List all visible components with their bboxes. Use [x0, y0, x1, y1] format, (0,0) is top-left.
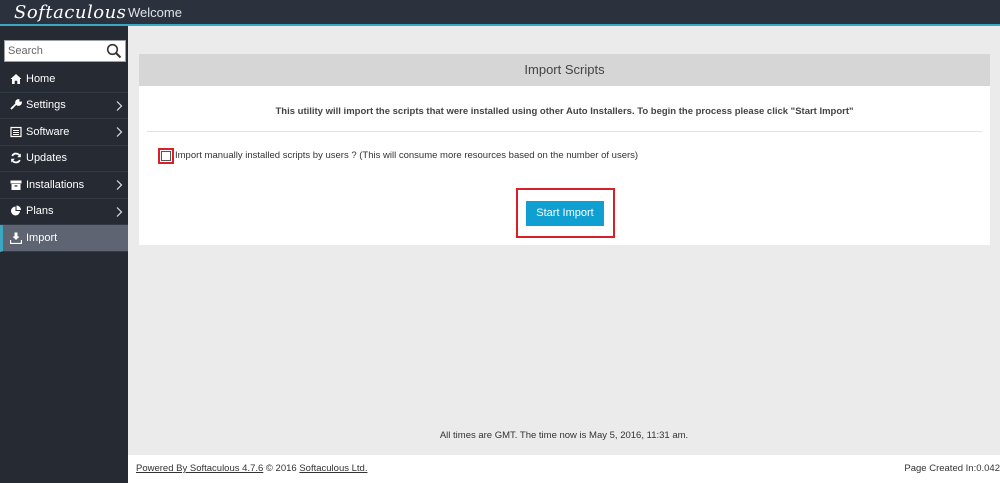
archive-icon	[9, 178, 22, 191]
wrench-icon	[9, 99, 22, 112]
softaculous-logo[interactable]: Softaculous	[14, 2, 126, 23]
sidebar-item-import[interactable]: Import	[0, 225, 128, 252]
footer-credits: Powered By Softaculous 4.7.6 © 2016 Soft…	[136, 463, 367, 474]
welcome-text: Welcome	[128, 5, 182, 20]
search-box	[4, 40, 126, 62]
chevron-right-icon	[116, 127, 123, 137]
sidebar-item-label: Installations	[26, 178, 85, 191]
search-input[interactable]	[5, 41, 105, 61]
list-icon	[9, 125, 22, 138]
footer: Powered By Softaculous 4.7.6 © 2016 Soft…	[128, 455, 1000, 483]
page-title: Import Scripts	[139, 54, 990, 86]
sidebar-item-updates[interactable]: Updates	[0, 146, 128, 172]
powered-by-link[interactable]: Powered By Softaculous 4.7.6	[136, 463, 263, 474]
start-import-button[interactable]: Start Import	[526, 201, 604, 226]
download-icon	[9, 231, 22, 244]
chevron-right-icon	[116, 206, 123, 217]
page-created-text: Page Created In:0.042	[904, 463, 1000, 474]
sidebar-item-home[interactable]: Home	[0, 66, 128, 93]
refresh-icon	[9, 152, 22, 165]
time-status-text: All times are GMT. The time now is May 5…	[439, 430, 689, 441]
sidebar-item-plans[interactable]: Plans	[0, 199, 128, 225]
sidebar-item-label: Software	[26, 125, 70, 138]
top-bar: Softaculous Welcome	[0, 0, 1000, 26]
chevron-right-icon	[116, 100, 123, 111]
sidebar-item-label: Import	[26, 231, 58, 244]
sidebar-item-installations[interactable]: Installations	[0, 172, 128, 199]
sidebar-item-label: Home	[26, 72, 56, 85]
sidebar-nav: Home Settings Software Updates Installat…	[0, 66, 128, 252]
sidebar-item-software[interactable]: Software	[0, 119, 128, 146]
search-icon[interactable]	[106, 43, 122, 59]
import-manual-checkbox[interactable]	[158, 148, 174, 164]
import-scripts-panel: Import Scripts This utility will import …	[139, 54, 990, 245]
sidebar-item-label: Updates	[26, 152, 67, 165]
company-link[interactable]: Softaculous Ltd.	[299, 463, 367, 474]
sidebar-item-label: Plans	[26, 205, 54, 218]
pie-chart-icon	[9, 205, 22, 218]
home-icon	[9, 72, 22, 85]
chevron-right-icon	[116, 180, 123, 190]
checkbox-label[interactable]: Import manually installed scripts by use…	[175, 150, 638, 161]
sidebar-item-settings[interactable]: Settings	[0, 93, 128, 119]
copyright-text: © 2016	[265, 463, 297, 474]
sidebar-item-label: Settings	[26, 99, 66, 112]
divider	[147, 131, 982, 132]
sidebar: Home Settings Software Updates	[0, 26, 128, 483]
intro-text: This utility will import the scripts tha…	[275, 106, 854, 117]
checkbox-box[interactable]	[161, 151, 171, 161]
